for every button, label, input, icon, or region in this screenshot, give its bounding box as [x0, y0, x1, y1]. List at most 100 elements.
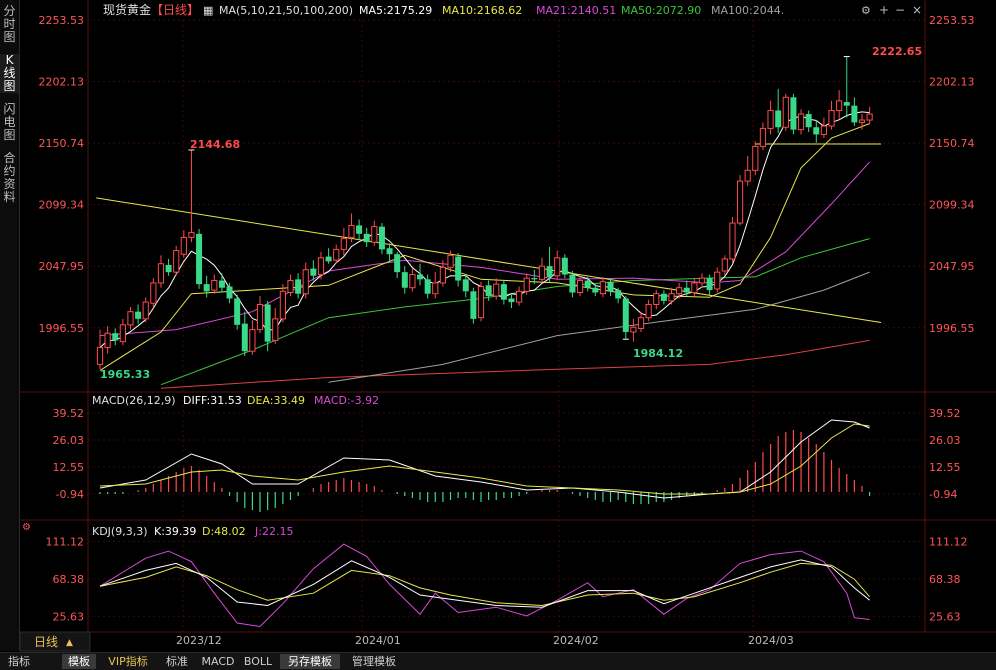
candle-body-down: [226, 286, 233, 299]
price-tick-label: 2099.34: [929, 199, 975, 212]
zoom-out-icon[interactable]: −: [895, 3, 905, 17]
candle-body-down: [622, 298, 629, 333]
candle-body-down: [843, 102, 850, 106]
kdj-j-path: [99, 543, 870, 628]
candle-body-up: [691, 282, 698, 294]
tab-manage-templates[interactable]: 管理模板: [344, 654, 404, 669]
candle-body-up: [272, 318, 279, 341]
tab-candlestick-chart[interactable]: K线图: [0, 54, 19, 93]
time-label-mar: 2024/03: [748, 634, 794, 647]
ma100-path: [328, 271, 870, 383]
candle-body-down: [386, 248, 393, 255]
close-icon[interactable]: ×: [912, 3, 922, 17]
chart-canvas[interactable]: 现货黄金 【日线】 ▦ MA(5,10,21,50,100,200) MA5:2…: [20, 0, 996, 652]
candle-body-down: [203, 284, 210, 292]
candle-body-down: [531, 278, 538, 280]
candle-body-up: [119, 324, 126, 343]
price-tick-label: 2253.53: [929, 14, 975, 27]
candle-body-up: [409, 274, 416, 289]
candle-body-up: [180, 236, 187, 255]
tab-indicators[interactable]: 指标: [2, 654, 36, 669]
candle-body-down: [234, 298, 241, 325]
candle-body-up: [653, 293, 660, 305]
candle-body-down: [508, 298, 515, 303]
candle-body-up: [698, 277, 706, 284]
candle-body-up: [752, 145, 759, 171]
grid-icon[interactable]: ▦: [203, 4, 213, 17]
ma5-value: MA5:2175.29: [359, 4, 432, 17]
kdj-title: KDJ(9,3,3): [92, 525, 148, 538]
candle-body-up: [317, 257, 325, 276]
candle-body-up: [340, 238, 347, 250]
kdj-axis-right: 111.12 68.38 25.63: [929, 535, 968, 623]
macd-tick-label: -0.94: [56, 488, 84, 501]
candle-body-up: [668, 293, 675, 302]
candle-body-up: [157, 263, 165, 284]
kdj-k-value: K:39.39: [154, 525, 196, 538]
candle-body-up: [599, 281, 607, 295]
zoom-in-icon[interactable]: +: [879, 3, 889, 17]
candle-body-down: [851, 105, 858, 123]
macd-diff-line: [99, 419, 870, 499]
price-tick-label: 2099.34: [39, 199, 85, 212]
candle-body-down: [485, 285, 492, 297]
tab-save-template[interactable]: 另存模板: [280, 654, 340, 669]
tab-boll[interactable]: BOLL: [240, 654, 276, 669]
time-label-jan: 2024/01: [355, 634, 401, 647]
candle-body-up: [333, 248, 340, 261]
kdj-axis-left: 111.12 68.38 25.63: [46, 535, 85, 623]
macd-tick-label: 39.52: [929, 407, 961, 420]
candle-body-up: [523, 277, 530, 292]
candle-body-up: [782, 96, 789, 128]
candle-body-down: [196, 233, 203, 285]
candle-body-down: [401, 272, 408, 288]
candle-body-up: [371, 226, 378, 243]
candle-body-up: [744, 169, 751, 182]
price-tick-label: 2150.74: [39, 137, 85, 150]
start-price-label: 1965.33: [100, 368, 150, 381]
price-tick-label: 2202.13: [929, 76, 975, 89]
kdj-k-line: [99, 559, 870, 608]
candle-body-down: [561, 257, 568, 275]
candle-body-up: [729, 222, 736, 260]
candle-body-down: [135, 311, 142, 319]
high-price-label: 2222.65: [872, 45, 922, 58]
tab-macd[interactable]: MACD: [200, 654, 236, 669]
tab-standard[interactable]: 标准: [160, 654, 194, 669]
candle-body-down: [500, 284, 507, 300]
macd-diff-value: DIFF:31.53: [183, 394, 242, 407]
time-label-dec: 2023/12: [176, 634, 222, 647]
macd-tick-label: 26.03: [929, 434, 961, 447]
price-tick-label: 2047.95: [929, 260, 975, 273]
tab-vip-indicators[interactable]: VIP指标: [102, 654, 154, 669]
tab-contract-info[interactable]: 合约资料: [0, 152, 19, 204]
candle-body-up: [439, 266, 446, 284]
price-tick-label: 1996.55: [929, 322, 975, 335]
candle-body-up: [150, 282, 157, 304]
candle-body-up: [836, 100, 843, 111]
macd-axis-right: 39.52 26.03 12.55 -0.94: [929, 407, 961, 501]
candle-body-up: [188, 232, 195, 238]
ma50-value: MA50:2072.90: [621, 4, 701, 17]
indicator-settings-icon[interactable]: ⚙: [22, 522, 31, 533]
candle-body-up: [279, 290, 286, 320]
candle-body-down: [805, 114, 812, 128]
candle-body-up: [516, 290, 523, 303]
tab-intraday-chart[interactable]: 分时图: [0, 5, 19, 44]
macd-tick-label: -0.94: [929, 488, 957, 501]
low-price-label: 1984.12: [633, 347, 683, 360]
bottom-tab-bar: 指标 模板 VIP指标 标准 MACD BOLL 另存模板 管理模板: [0, 652, 996, 670]
settings-icon[interactable]: ⚙: [861, 4, 871, 17]
candle-body-up: [630, 326, 637, 333]
candlesticks: [96, 56, 873, 370]
candle-body-up: [96, 347, 104, 365]
ma21-value: MA21:2140.51: [536, 4, 616, 17]
period-label: 【日线】: [151, 3, 199, 17]
tab-flash-chart[interactable]: 闪电图: [0, 103, 19, 142]
tab-templates[interactable]: 模板: [62, 654, 96, 669]
price-axis-right: 2253.53 2202.13 2150.74 2099.34 2047.95 1996.…: [929, 14, 975, 335]
candle-body-up: [173, 250, 180, 273]
candle-body-up: [866, 113, 873, 121]
candle-body-up: [211, 280, 218, 291]
price-tick-label: 1996.55: [39, 322, 85, 335]
